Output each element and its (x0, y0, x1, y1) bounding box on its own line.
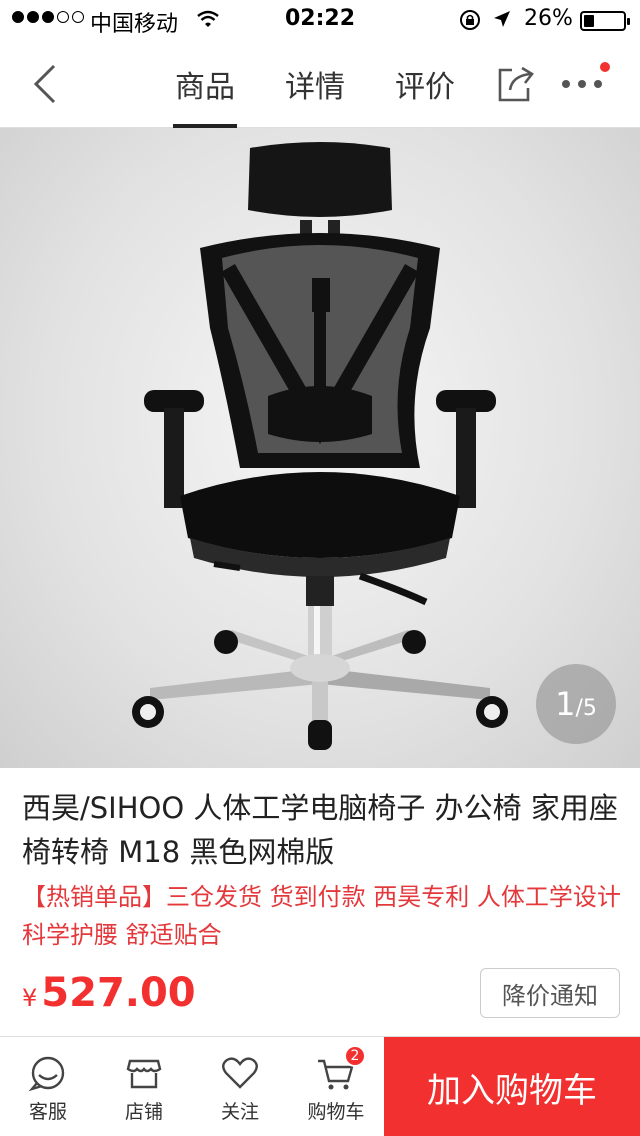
back-arrow-icon[interactable] (28, 62, 68, 106)
tab-bar: 商品 详情 评价 (150, 40, 480, 128)
notification-dot (600, 62, 610, 72)
product-title: 西昊/SIHOO 人体工学电脑椅子 办公椅 家用座椅转椅 M18 黑色网棉版 (22, 791, 618, 869)
store-icon (126, 1059, 162, 1089)
status-bar: 中国移动 02:22 26% (0, 0, 640, 40)
tab-reviews[interactable]: 评价 (370, 40, 480, 128)
rotation-lock-icon (460, 10, 480, 30)
location-arrow-icon (494, 11, 510, 27)
heart-icon (222, 1057, 258, 1089)
follow-button[interactable]: 关注 (192, 1037, 288, 1136)
bottom-action-bar: 客服 店铺 关注 2 购物车 加入购物车 (0, 1036, 640, 1136)
product-promo-text: 【热销单品】三仓发货 货到付款 西昊专利 人体工学设计 科学护腰 舒适贴合 (22, 883, 621, 949)
add-to-cart-button[interactable]: 加入购物车 (384, 1037, 640, 1136)
total-images-number: 5 (582, 695, 597, 721)
battery-icon (580, 11, 630, 31)
current-image-number: 1 (555, 685, 576, 723)
follow-label: 关注 (220, 1101, 259, 1123)
battery-percent: 26% (524, 6, 573, 31)
customer-service-label: 客服 (28, 1101, 67, 1123)
customer-service-icon (28, 1056, 65, 1092)
tab-details[interactable]: 详情 (260, 40, 370, 128)
product-image-carousel[interactable]: 1 / 5 (0, 128, 640, 768)
store-button[interactable]: 店铺 (96, 1037, 192, 1136)
price-drop-notify-button[interactable]: 降价通知 (480, 968, 620, 1018)
cart-count-badge: 2 (344, 1045, 366, 1067)
office-chair-image (132, 142, 508, 750)
cart-button[interactable]: 2 购物车 (288, 1037, 384, 1136)
currency-symbol: ¥ (22, 984, 38, 1012)
image-page-indicator: 1 / 5 (536, 664, 616, 744)
store-label: 店铺 (124, 1101, 163, 1123)
top-navigation-bar: 商品 详情 评价 (0, 40, 640, 128)
product-price: ¥ 527.00 (22, 970, 196, 1016)
tab-product[interactable]: 商品 (150, 40, 260, 128)
customer-service-button[interactable]: 客服 (0, 1037, 96, 1136)
cart-label: 购物车 (307, 1101, 365, 1123)
page-separator: / (575, 695, 583, 721)
price-amount: 527.00 (41, 970, 196, 1016)
share-icon[interactable] (494, 62, 538, 106)
